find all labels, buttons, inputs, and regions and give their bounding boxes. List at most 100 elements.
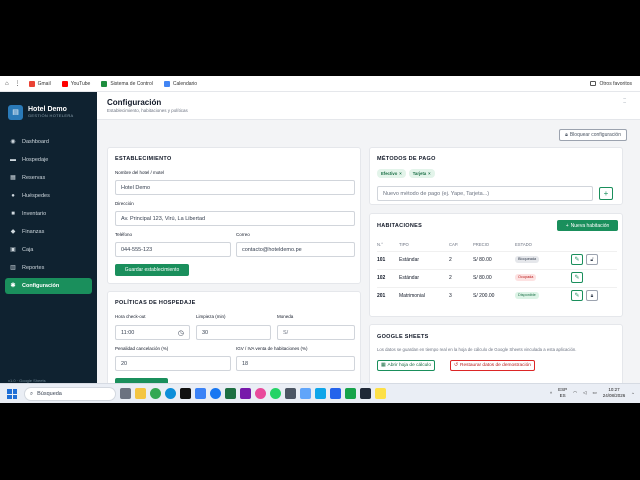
reset-demo-button[interactable]: ↺ Restaurar datos de demostración [450, 360, 535, 371]
edit-room-button[interactable]: ✎ [571, 272, 583, 283]
remove-chip-icon[interactable]: × [428, 171, 430, 176]
checkout-input[interactable]: 11:00 ◷ [115, 325, 190, 340]
add-payment-button[interactable]: + [599, 187, 613, 200]
calendar-icon: ▦ [10, 175, 16, 181]
sidebar-item-huespedes[interactable]: ● Huéspedes [5, 188, 92, 204]
bookmark-gmail[interactable]: Gmail [28, 80, 51, 87]
file-explorer-icon[interactable] [135, 388, 146, 399]
plus-icon: + [603, 189, 609, 198]
onenote-icon[interactable] [240, 388, 251, 399]
email-input[interactable]: contacto@hoteldemo.pe [236, 242, 355, 257]
phone-input[interactable]: 044-555-123 [115, 242, 231, 257]
excel-icon[interactable] [225, 388, 236, 399]
new-room-button[interactable]: + Nueva habitación [557, 220, 618, 231]
topbar: Configuración Establecimiento, habitacio… [97, 92, 640, 120]
sheet-icon [101, 80, 108, 87]
status-badge: Bloqueada [515, 256, 540, 263]
plus-icon: + [565, 222, 569, 229]
pencil-icon: ✎ [574, 293, 580, 299]
taskbar-search[interactable]: ⌕ Búsqueda [24, 387, 116, 401]
apps-icon[interactable]: ⋮ [15, 80, 21, 87]
sidebar-item-caja[interactable]: ▣ Caja [5, 242, 92, 258]
address-input[interactable]: Av. Principal 123, Virú, La Libertad [115, 211, 355, 226]
bookmark-other[interactable]: Otros favoritos [590, 81, 632, 87]
open-sheet-button[interactable]: ▦ Abrir hoja de cálculo [377, 360, 436, 371]
sidebar-item-inventario[interactable]: ■ Inventario [5, 206, 92, 222]
edit-room-button[interactable]: ✎ [571, 254, 583, 265]
edge-icon[interactable] [165, 388, 176, 399]
sidebar-item-configuracion[interactable]: ✱ Configuración [5, 278, 92, 294]
igv-input[interactable]: 18 [236, 356, 355, 371]
checkout-label: Hora check-out [115, 314, 146, 319]
chip-tarjeta: Tarjeta × [408, 169, 435, 178]
sidebar-item-dashboard[interactable]: ◉ Dashboard [5, 134, 92, 150]
currency-input[interactable]: S/ [277, 325, 355, 340]
status-badge: Ocupada [515, 274, 537, 281]
bookmark-sistema[interactable]: Sistema de Control [101, 80, 153, 87]
clock[interactable]: 10:27 24/08/2026 [603, 387, 626, 399]
sidebar-item-reportes[interactable]: ▥ Reportes [5, 260, 92, 276]
letterbox-bottom [0, 403, 640, 480]
sticky-notes-icon[interactable] [375, 388, 386, 399]
igv-label: IGV / IVA venta de habitaciones (%) [236, 346, 308, 351]
tiktok-icon[interactable] [180, 388, 191, 399]
whatsapp-icon[interactable] [270, 388, 281, 399]
notification-bell-icon[interactable]: ◔ [631, 391, 634, 396]
bookmark-calendario[interactable]: Calendario [163, 80, 197, 87]
unlock-room-button[interactable]: 🔓︎ [586, 254, 598, 265]
bed-icon: ▬ [10, 157, 16, 163]
copilot-icon[interactable] [255, 388, 266, 399]
facebook-icon[interactable] [210, 388, 221, 399]
penalty-input[interactable]: 20 [115, 356, 231, 371]
establishment-title: ESTABLECIMIENTO [115, 156, 172, 162]
wifi-icon[interactable]: ◠ [573, 390, 577, 396]
money-icon: ◆ [10, 229, 16, 235]
photos-icon[interactable] [315, 388, 326, 399]
new-payment-input[interactable]: Nuevo método de pago (ej. Yape, Tarjeta.… [377, 186, 593, 201]
main-content: Configuración Establecimiento, habitacio… [97, 92, 640, 403]
volume-icon[interactable]: ◁ [583, 390, 586, 396]
sidebar-item-reservas[interactable]: ▦ Reservas [5, 170, 92, 186]
lock-config-button[interactable]: 🔒︎ Bloquear configuración [559, 129, 627, 141]
battery-icon[interactable]: ▭ [592, 390, 596, 396]
remove-chip-icon[interactable]: × [399, 171, 401, 176]
sidebar-item-hospedaje[interactable]: ▬ Hospedaje [5, 152, 92, 168]
save-establishment-button[interactable]: Guardar establecimiento [115, 264, 189, 276]
chrome-icon[interactable] [150, 388, 161, 399]
sheets-description: Los datos se guardan en tiempo real en l… [377, 347, 577, 352]
unlock-icon: 🔓︎ [590, 256, 594, 263]
page-title: Configuración [107, 98, 162, 107]
sidebar-item-finanzas[interactable]: ◆ Finanzas [5, 224, 92, 240]
currency-label: Moneda [277, 314, 294, 319]
gear-icon: ✱ [10, 283, 16, 289]
bookmark-youtube[interactable]: YouTube [61, 80, 90, 87]
clock-icon[interactable]: ◷ [178, 329, 184, 337]
users-icon: ● [11, 193, 15, 199]
screen: ⌂ ⋮ Gmail YouTube Sistema de Control Cal… [0, 76, 640, 403]
task-view-icon[interactable] [120, 388, 131, 399]
cleaning-input[interactable]: 30 [196, 325, 271, 340]
more-icon[interactable]: – – [623, 97, 626, 106]
hotel-name-input[interactable]: Hotel Demo [115, 180, 355, 195]
store-icon[interactable] [195, 388, 206, 399]
windows-start-icon[interactable] [7, 389, 17, 399]
tab-search-icon[interactable]: ⌂ [5, 81, 9, 87]
notepad-icon[interactable] [300, 388, 311, 399]
settings-icon[interactable] [285, 388, 296, 399]
table-row: 201 Matrimonial 3 S/ 200.00 Disponible ✎… [377, 287, 617, 303]
rooms-title: HABITACIONES [377, 223, 423, 229]
table-row: 102 Estándar 2 S/ 80.00 Ocupada ✎ [377, 269, 617, 285]
mail-icon[interactable] [330, 388, 341, 399]
sheet-icon: ▦ [381, 363, 386, 368]
terminal-icon[interactable] [360, 388, 371, 399]
language-indicator[interactable]: ESP ES [558, 387, 567, 399]
edit-room-button[interactable]: ✎ [571, 290, 583, 301]
browser-controls: ⌂ ⋮ [5, 80, 21, 88]
brand: ▤ Hotel Demo GESTIÓN HOTELERA [0, 92, 97, 124]
lock-room-button[interactable]: 🔒︎ [586, 290, 598, 301]
table-row: 101 Estándar 2 S/ 80.00 Bloqueada ✎ 🔓︎ [377, 251, 617, 267]
sheets-icon[interactable] [345, 388, 356, 399]
chevron-up-icon[interactable]: ^ [550, 391, 552, 396]
youtube-icon [61, 80, 68, 87]
payments-title: MÉTODOS DE PAGO [377, 156, 436, 162]
